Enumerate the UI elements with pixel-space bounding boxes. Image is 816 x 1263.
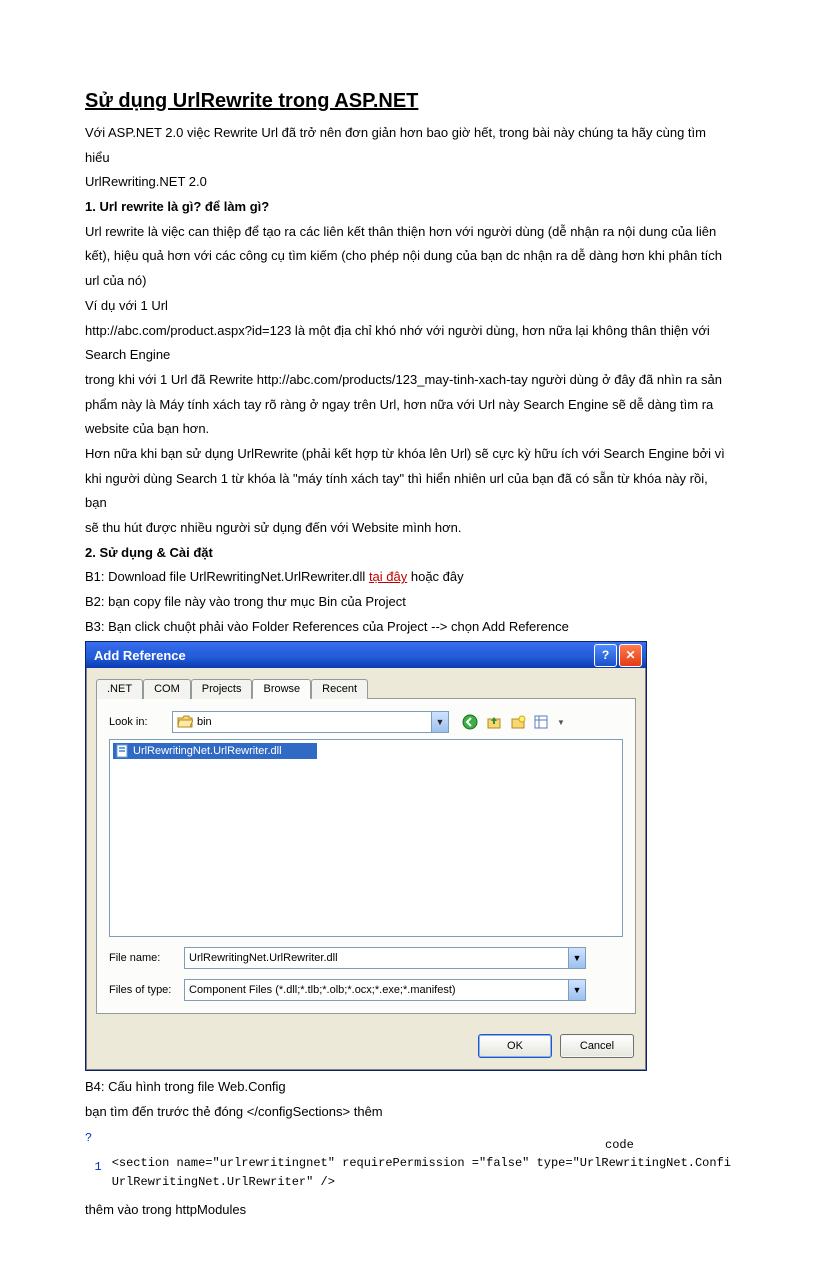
filetype-select[interactable]: Component Files (*.dll;*.tlb;*.olb;*.ocx… <box>184 979 586 1001</box>
add-reference-dialog: Add Reference ? ✕ .NET COM Projects Brow… <box>85 641 647 1071</box>
lookin-combo[interactable]: bin ▼ <box>172 711 449 733</box>
cancel-button[interactable]: Cancel <box>560 1034 634 1058</box>
tab-projects[interactable]: Projects <box>191 679 253 699</box>
dialog-tabs: .NET COM Projects Browse Recent <box>96 678 636 699</box>
back-icon[interactable] <box>461 713 479 731</box>
para-3b: Search Engine <box>85 343 731 368</box>
help-icon[interactable]: ? <box>594 644 617 667</box>
code-label: code <box>605 1138 634 1152</box>
intro-line-2: UrlRewriting.NET 2.0 <box>85 170 731 195</box>
page-title: Sử dụng UrlRewrite trong ASP.NET <box>85 90 731 113</box>
code-block: code 1 <section name="urlrewritingnet" r… <box>85 1154 731 1192</box>
code-help-link[interactable]: ? <box>85 1131 92 1145</box>
dialog-titlebar[interactable]: Add Reference ? ✕ <box>86 642 646 668</box>
para-5b: khi người dùng Search 1 từ khóa là "máy … <box>85 467 731 516</box>
code-line-1: <section name="urlrewritingnet" requireP… <box>112 1154 731 1173</box>
tab-dotnet[interactable]: .NET <box>96 679 143 699</box>
file-list-item-label: UrlRewritingNet.UrlRewriter.dll <box>133 745 282 757</box>
filetype-label: Files of type: <box>109 984 184 996</box>
heading-1: 1. Url rewrite là gì? để làm gì? <box>85 195 731 220</box>
chevron-down-icon[interactable]: ▼ <box>568 980 585 1000</box>
para-4b: phẩm này là Máy tính xách tay rõ ràng ở … <box>85 393 731 418</box>
step-b1: B1: Download file UrlRewritingNet.UrlRew… <box>85 565 731 590</box>
lookin-label: Look in: <box>109 716 164 728</box>
new-folder-icon[interactable] <box>509 713 527 731</box>
code-line-number: 1 <box>85 1154 102 1174</box>
step-b1-post: hoặc đây <box>407 569 463 584</box>
file-list-item-selected[interactable]: UrlRewritingNet.UrlRewriter.dll <box>113 743 317 759</box>
para-1c: url của nó) <box>85 269 731 294</box>
filename-value: UrlRewritingNet.UrlRewriter.dll <box>185 948 568 968</box>
step-b6: thêm vào trong httpModules <box>85 1198 731 1223</box>
para-1b: kết), hiệu quả hơn với các công cụ tìm k… <box>85 244 731 269</box>
para-1a: Url rewrite là việc can thiệp để tạo ra … <box>85 220 731 245</box>
tab-recent[interactable]: Recent <box>311 679 368 699</box>
close-icon[interactable]: ✕ <box>619 644 642 667</box>
step-b1-pre: B1: Download file UrlRewritingNet.UrlRew… <box>85 569 369 584</box>
heading-2: 2. Sử dụng & Cài đặt <box>85 541 731 566</box>
dialog-title: Add Reference <box>94 648 186 663</box>
views-dropdown-icon[interactable]: ▼ <box>557 718 565 727</box>
filename-label: File name: <box>109 952 184 964</box>
para-2: Ví dụ với 1 Url <box>85 294 731 319</box>
step-b3: B3: Bạn click chuột phải vào Folder Refe… <box>85 615 731 640</box>
step-b4: B4: Cấu hình trong file Web.Config <box>85 1075 731 1100</box>
folder-open-icon <box>177 715 193 729</box>
up-folder-icon[interactable] <box>485 713 503 731</box>
filetype-value: Component Files (*.dll;*.tlb;*.olb;*.ocx… <box>185 980 568 1000</box>
chevron-down-icon[interactable]: ▼ <box>431 712 448 732</box>
step-b5: bạn tìm đến trước thẻ đóng </configSecti… <box>85 1100 731 1125</box>
para-5c: sẽ thu hút được nhiều người sử dụng đến … <box>85 516 731 541</box>
intro-line-1: Với ASP.NET 2.0 việc Rewrite Url đã trở … <box>85 121 731 170</box>
para-4a: trong khi với 1 Url đã Rewrite http://ab… <box>85 368 731 393</box>
views-icon[interactable] <box>533 713 551 731</box>
step-b2: B2: bạn copy file này vào trong thư mục … <box>85 590 731 615</box>
para-3a: http://abc.com/product.aspx?id=123 là mộ… <box>85 319 731 344</box>
chevron-down-icon[interactable]: ▼ <box>568 948 585 968</box>
file-list[interactable]: UrlRewritingNet.UrlRewriter.dll <box>109 739 623 937</box>
para-4c: website của bạn hơn. <box>85 417 731 442</box>
dll-file-icon <box>115 744 129 758</box>
ok-button[interactable]: OK <box>478 1034 552 1058</box>
download-link[interactable]: tại đây <box>369 569 407 584</box>
tab-panel-browse: Look in: bin ▼ <box>96 699 636 1014</box>
filename-input[interactable]: UrlRewritingNet.UrlRewriter.dll ▼ <box>184 947 586 969</box>
tab-com[interactable]: COM <box>143 679 191 699</box>
code-line-2: UrlRewritingNet.UrlRewriter" /> <box>112 1173 731 1192</box>
para-5a: Hơn nữa khi bạn sử dụng UrlRewrite (phải… <box>85 442 731 467</box>
tab-browse[interactable]: Browse <box>252 679 311 699</box>
lookin-value: bin <box>197 716 431 728</box>
